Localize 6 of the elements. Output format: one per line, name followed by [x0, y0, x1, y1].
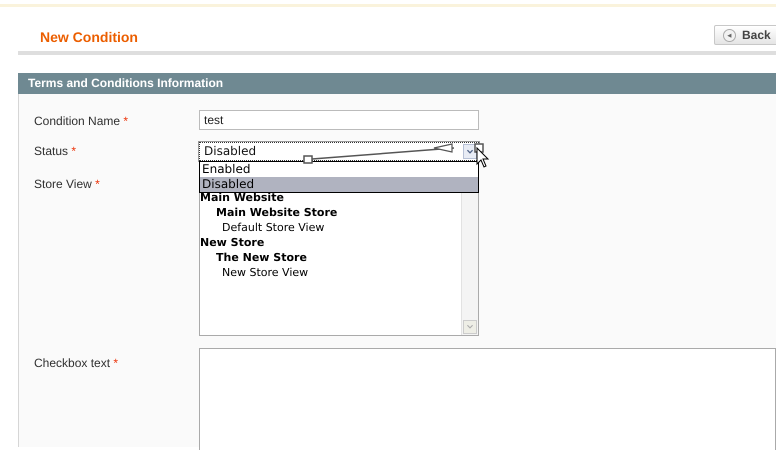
section-header: Terms and Conditions Information [18, 73, 776, 94]
page-title: New Condition [40, 29, 138, 45]
field-label: Status * [33, 143, 78, 160]
field-label: Condition Name * [33, 113, 130, 130]
field-label: Checkbox text * [33, 355, 120, 372]
field-label: Store View * [33, 176, 101, 193]
